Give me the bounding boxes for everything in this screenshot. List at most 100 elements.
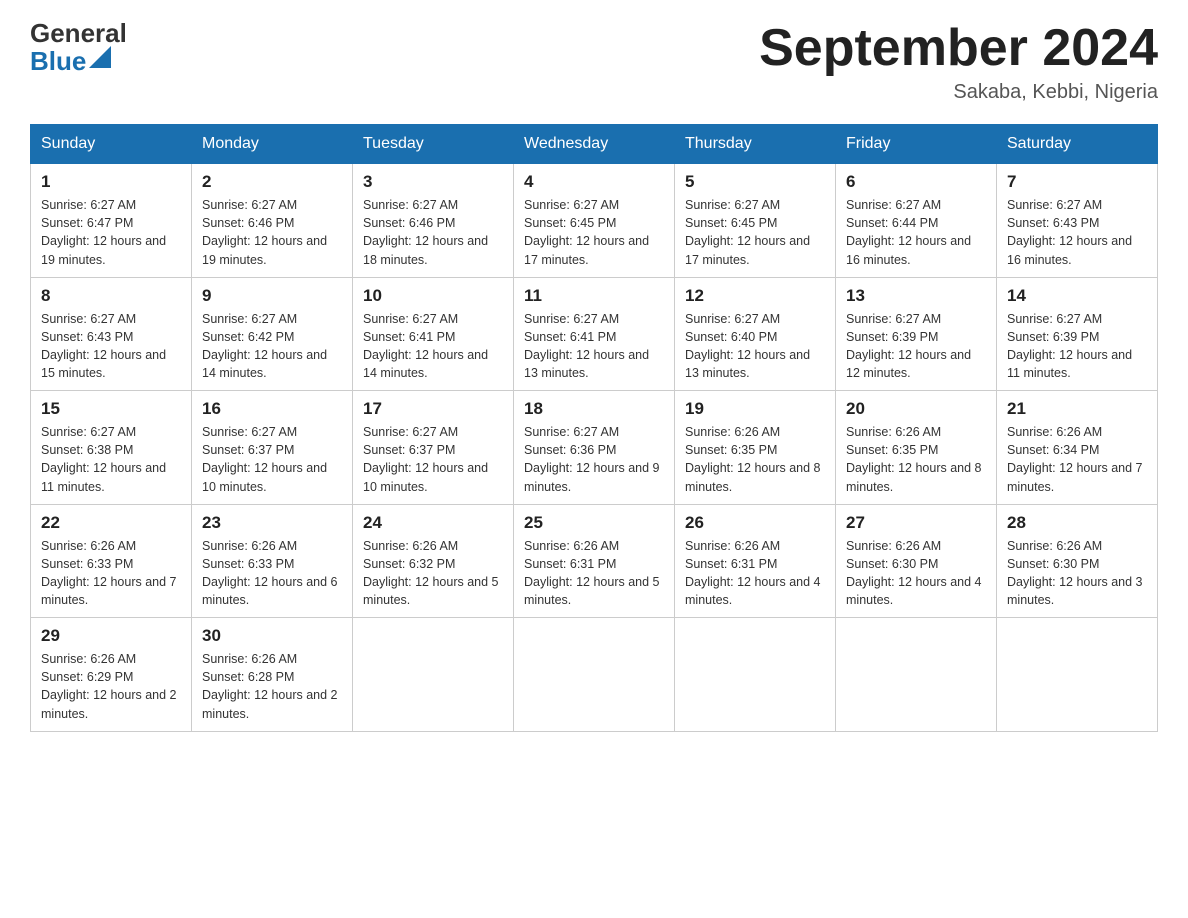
- day-info: Sunrise: 6:27 AMSunset: 6:46 PMDaylight:…: [202, 196, 342, 269]
- day-number: 5: [685, 172, 825, 192]
- calendar-day-cell: 18 Sunrise: 6:27 AMSunset: 6:36 PMDayligh…: [514, 391, 675, 505]
- day-number: 9: [202, 286, 342, 306]
- calendar-day-cell: 27Sunrise: 6:26 AMSunset: 6:30 PMDayligh…: [836, 504, 997, 618]
- day-info: Sunrise: 6:27 AMSunset: 6:36 PMDaylight:…: [524, 423, 664, 496]
- calendar-day-cell: 15Sunrise: 6:27 AMSunset: 6:38 PMDayligh…: [31, 391, 192, 505]
- day-info: Sunrise: 6:27 AMSunset: 6:46 PMDaylight:…: [363, 196, 503, 269]
- calendar-week-row: 22 Sunrise: 6:26 AMSunset: 6:33 PMDayligh…: [31, 504, 1158, 618]
- day-number: 19: [685, 399, 825, 419]
- day-number: 6: [846, 172, 986, 192]
- logo-arrow-icon: [89, 46, 111, 73]
- calendar-day-cell: [514, 618, 675, 732]
- calendar-day-cell: 6 Sunrise: 6:27 AMSunset: 6:44 PMDaylight…: [836, 164, 997, 278]
- calendar-day-cell: 28 Sunrise: 6:26 AMSunset: 6:30 PMDayligh…: [997, 504, 1158, 618]
- day-number: 18: [524, 399, 664, 419]
- calendar-day-cell: 8 Sunrise: 6:27 AMSunset: 6:43 PMDaylight…: [31, 277, 192, 391]
- calendar-day-cell: 1 Sunrise: 6:27 AMSunset: 6:47 PMDaylight…: [31, 164, 192, 278]
- day-of-week-header: Monday: [192, 125, 353, 164]
- day-number: 13: [846, 286, 986, 306]
- location-text: Sakaba, Kebbi, Nigeria: [759, 81, 1158, 104]
- day-info: Sunrise: 6:27 AMSunset: 6:43 PMDaylight:…: [1007, 196, 1147, 269]
- calendar-day-cell: 29 Sunrise: 6:26 AMSunset: 6:29 PMDayligh…: [31, 618, 192, 732]
- day-info: Sunrise: 6:27 AMSunset: 6:40 PMDaylight:…: [685, 310, 825, 383]
- day-info: Sunrise: 6:27 AMSunset: 6:43 PMDaylight:…: [41, 310, 181, 383]
- day-number: 8: [41, 286, 181, 306]
- day-number: 2: [202, 172, 342, 192]
- day-info: Sunrise: 6:27 AMSunset: 6:45 PMDaylight:…: [685, 196, 825, 269]
- calendar-day-cell: 14 Sunrise: 6:27 AMSunset: 6:39 PMDayligh…: [997, 277, 1158, 391]
- day-of-week-header: Wednesday: [514, 125, 675, 164]
- day-info: Sunrise: 6:27 AMSunset: 6:37 PMDaylight:…: [363, 423, 503, 496]
- day-of-week-header: Sunday: [31, 125, 192, 164]
- calendar-day-cell: 22 Sunrise: 6:26 AMSunset: 6:33 PMDayligh…: [31, 504, 192, 618]
- calendar-day-cell: 12Sunrise: 6:27 AMSunset: 6:40 PMDayligh…: [675, 277, 836, 391]
- day-number: 29: [41, 626, 181, 646]
- calendar-week-row: 15Sunrise: 6:27 AMSunset: 6:38 PMDayligh…: [31, 391, 1158, 505]
- calendar-day-cell: 4 Sunrise: 6:27 AMSunset: 6:45 PMDaylight…: [514, 164, 675, 278]
- calendar-day-cell: 24 Sunrise: 6:26 AMSunset: 6:32 PMDayligh…: [353, 504, 514, 618]
- calendar-day-cell: 26 Sunrise: 6:26 AMSunset: 6:31 PMDayligh…: [675, 504, 836, 618]
- day-number: 30: [202, 626, 342, 646]
- logo: General Blue: [30, 20, 127, 75]
- day-info: Sunrise: 6:26 AMSunset: 6:30 PMDaylight:…: [1007, 537, 1147, 610]
- calendar-day-cell: 10 Sunrise: 6:27 AMSunset: 6:41 PMDayligh…: [353, 277, 514, 391]
- page-header: General Blue September 2024 Sakaba, Kebb…: [30, 20, 1158, 104]
- day-of-week-header: Friday: [836, 125, 997, 164]
- day-number: 25: [524, 513, 664, 533]
- calendar-day-cell: [997, 618, 1158, 732]
- calendar-table: SundayMondayTuesdayWednesdayThursdayFrid…: [30, 124, 1158, 732]
- day-number: 10: [363, 286, 503, 306]
- day-info: Sunrise: 6:26 AMSunset: 6:34 PMDaylight:…: [1007, 423, 1147, 496]
- day-info: Sunrise: 6:26 AMSunset: 6:28 PMDaylight:…: [202, 650, 342, 723]
- day-of-week-header: Tuesday: [353, 125, 514, 164]
- day-number: 26: [685, 513, 825, 533]
- logo-general-text: General: [30, 20, 127, 46]
- calendar-header-row: SundayMondayTuesdayWednesdayThursdayFrid…: [31, 125, 1158, 164]
- calendar-day-cell: 17 Sunrise: 6:27 AMSunset: 6:37 PMDayligh…: [353, 391, 514, 505]
- day-number: 23: [202, 513, 342, 533]
- day-info: Sunrise: 6:27 AMSunset: 6:38 PMDaylight:…: [41, 423, 181, 496]
- calendar-day-cell: 19 Sunrise: 6:26 AMSunset: 6:35 PMDayligh…: [675, 391, 836, 505]
- calendar-day-cell: 23 Sunrise: 6:26 AMSunset: 6:33 PMDayligh…: [192, 504, 353, 618]
- calendar-day-cell: [675, 618, 836, 732]
- day-info: Sunrise: 6:27 AMSunset: 6:45 PMDaylight:…: [524, 196, 664, 269]
- day-info: Sunrise: 6:27 AMSunset: 6:41 PMDaylight:…: [363, 310, 503, 383]
- calendar-day-cell: 13 Sunrise: 6:27 AMSunset: 6:39 PMDayligh…: [836, 277, 997, 391]
- title-section: September 2024 Sakaba, Kebbi, Nigeria: [759, 20, 1158, 104]
- calendar-day-cell: 20 Sunrise: 6:26 AMSunset: 6:35 PMDayligh…: [836, 391, 997, 505]
- day-number: 11: [524, 286, 664, 306]
- day-number: 4: [524, 172, 664, 192]
- calendar-day-cell: 21Sunrise: 6:26 AMSunset: 6:34 PMDayligh…: [997, 391, 1158, 505]
- calendar-day-cell: 3Sunrise: 6:27 AMSunset: 6:46 PMDaylight…: [353, 164, 514, 278]
- day-number: 24: [363, 513, 503, 533]
- calendar-day-cell: 16Sunrise: 6:27 AMSunset: 6:37 PMDayligh…: [192, 391, 353, 505]
- day-of-week-header: Thursday: [675, 125, 836, 164]
- day-info: Sunrise: 6:26 AMSunset: 6:32 PMDaylight:…: [363, 537, 503, 610]
- calendar-week-row: 29 Sunrise: 6:26 AMSunset: 6:29 PMDayligh…: [31, 618, 1158, 732]
- day-number: 17: [363, 399, 503, 419]
- day-of-week-header: Saturday: [997, 125, 1158, 164]
- day-info: Sunrise: 6:26 AMSunset: 6:33 PMDaylight:…: [41, 537, 181, 610]
- day-info: Sunrise: 6:26 AMSunset: 6:35 PMDaylight:…: [685, 423, 825, 496]
- day-number: 14: [1007, 286, 1147, 306]
- day-info: Sunrise: 6:27 AMSunset: 6:39 PMDaylight:…: [1007, 310, 1147, 383]
- day-info: Sunrise: 6:27 AMSunset: 6:47 PMDaylight:…: [41, 196, 181, 269]
- day-number: 22: [41, 513, 181, 533]
- day-number: 27: [846, 513, 986, 533]
- calendar-day-cell: 9Sunrise: 6:27 AMSunset: 6:42 PMDaylight…: [192, 277, 353, 391]
- calendar-day-cell: 2 Sunrise: 6:27 AMSunset: 6:46 PMDaylight…: [192, 164, 353, 278]
- day-info: Sunrise: 6:27 AMSunset: 6:44 PMDaylight:…: [846, 196, 986, 269]
- day-info: Sunrise: 6:27 AMSunset: 6:37 PMDaylight:…: [202, 423, 342, 496]
- calendar-day-cell: [836, 618, 997, 732]
- day-info: Sunrise: 6:26 AMSunset: 6:35 PMDaylight:…: [846, 423, 986, 496]
- day-info: Sunrise: 6:26 AMSunset: 6:33 PMDaylight:…: [202, 537, 342, 610]
- day-number: 28: [1007, 513, 1147, 533]
- month-title: September 2024: [759, 20, 1158, 77]
- calendar-day-cell: [353, 618, 514, 732]
- day-info: Sunrise: 6:26 AMSunset: 6:31 PMDaylight:…: [524, 537, 664, 610]
- day-info: Sunrise: 6:27 AMSunset: 6:39 PMDaylight:…: [846, 310, 986, 383]
- day-number: 1: [41, 172, 181, 192]
- day-info: Sunrise: 6:26 AMSunset: 6:29 PMDaylight:…: [41, 650, 181, 723]
- day-info: Sunrise: 6:26 AMSunset: 6:31 PMDaylight:…: [685, 537, 825, 610]
- day-number: 20: [846, 399, 986, 419]
